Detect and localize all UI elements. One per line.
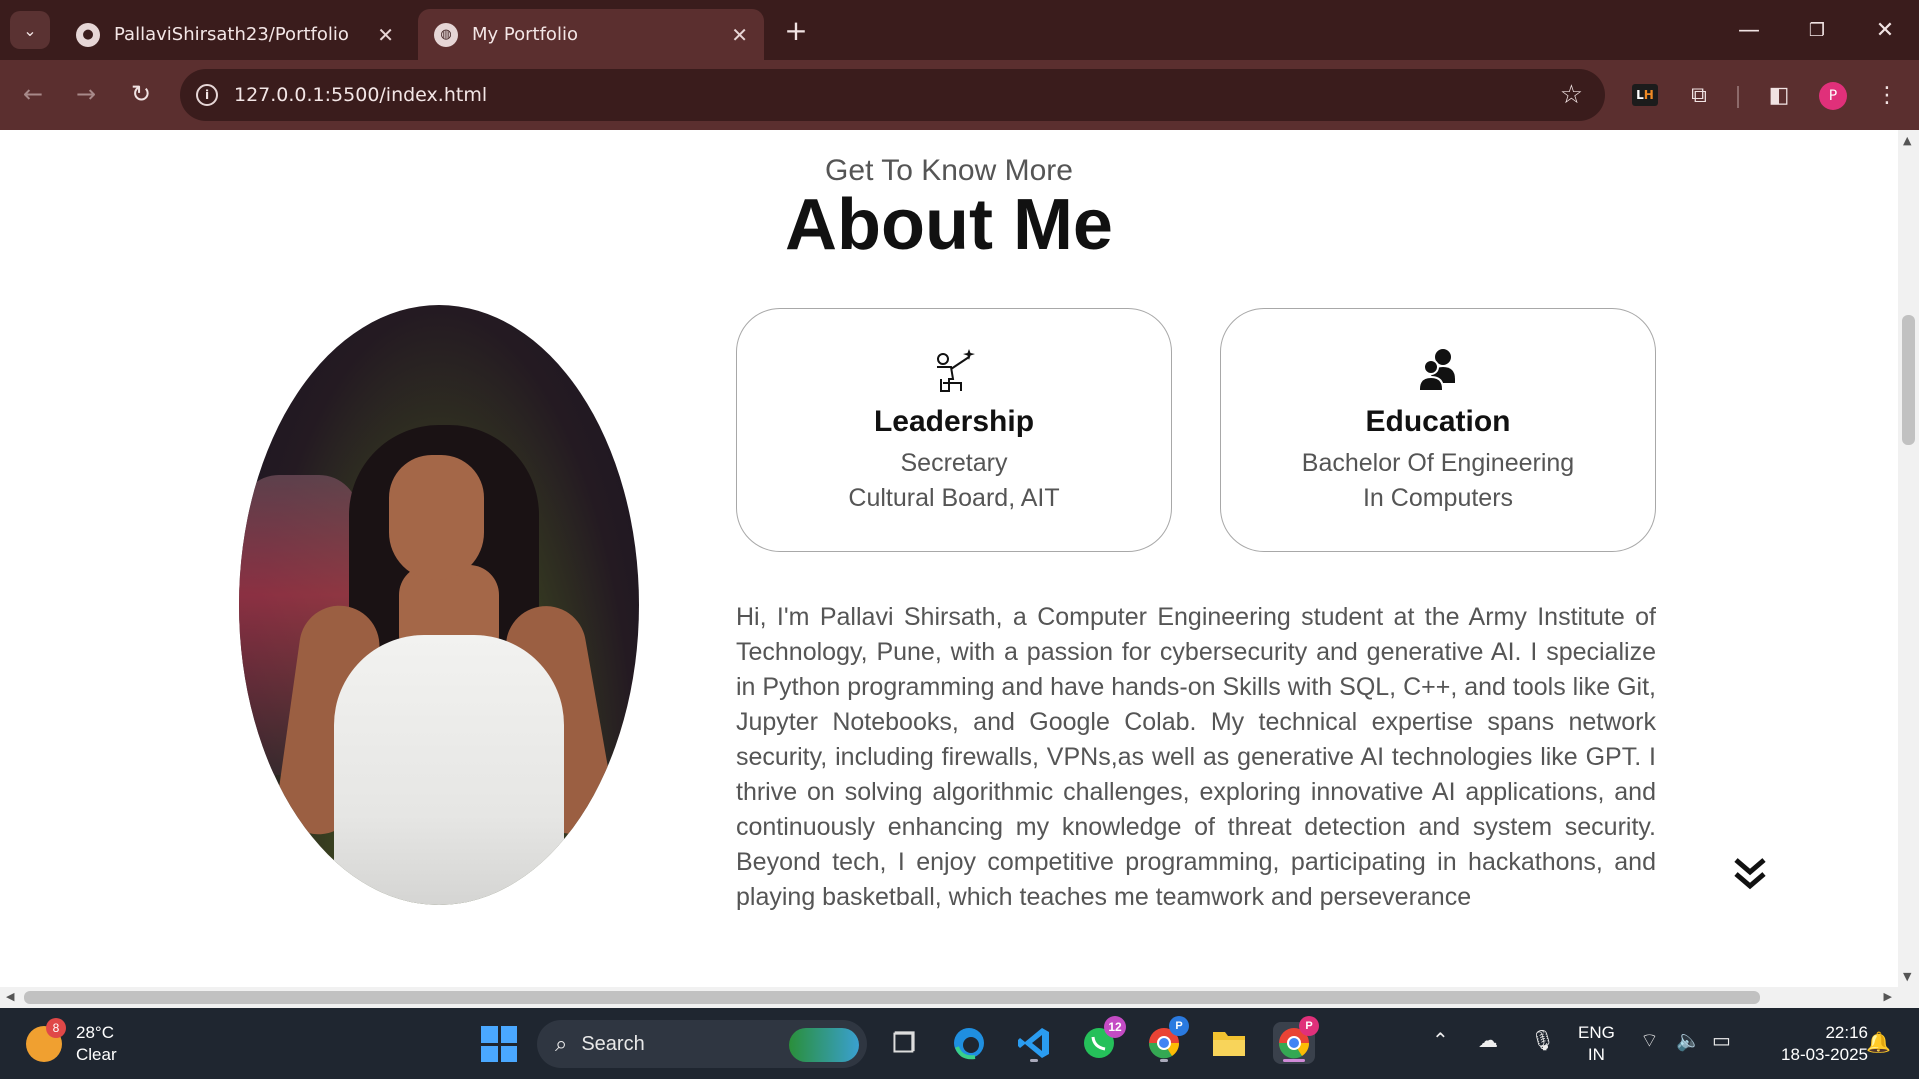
section-title: About Me	[785, 185, 1113, 265]
restore-icon[interactable]: ❐	[1797, 10, 1837, 50]
clock-time: 22:16	[1825, 1023, 1868, 1042]
side-panel-icon[interactable]: ◧	[1760, 76, 1798, 114]
lang-line-2: IN	[1587, 1045, 1605, 1064]
windows-taskbar: 8 28°C Clear ⌕ Search ❐ 12 P P ⌃ ☁ 🎙 ENG…	[0, 1008, 1919, 1079]
close-window-icon[interactable]: ✕	[1865, 10, 1905, 50]
microphone-icon[interactable]: 🎙	[1530, 1028, 1555, 1053]
clock-date: 18-03-2025	[1781, 1045, 1868, 1064]
about-paragraph: Hi, I'm Pallavi Shirsath, a Computer Eng…	[736, 603, 1656, 911]
search-label: Search	[581, 1032, 645, 1055]
vertical-scroll-thumb[interactable]	[1902, 315, 1915, 445]
site-info-icon[interactable]: i	[196, 84, 218, 106]
search-highlight-icon	[789, 1028, 859, 1062]
lh-l: L	[1636, 88, 1644, 102]
whatsapp-count: 12	[1104, 1016, 1126, 1038]
card-title: Leadership	[873, 405, 1035, 438]
language-indicator[interactable]: ENG IN	[1578, 1022, 1615, 1066]
vscode-icon[interactable]	[1013, 1022, 1055, 1064]
tab-close-icon[interactable]: ✕	[731, 23, 748, 47]
weather-widget[interactable]: 8 28°C Clear	[26, 1018, 117, 1066]
minimize-icon[interactable]: —	[1729, 10, 1769, 50]
chrome-active-icon[interactable]: P	[1273, 1016, 1319, 1064]
tab-search-chevron-icon[interactable]: ⌄	[10, 11, 50, 49]
weather-badge: 8	[46, 1018, 66, 1038]
tab-my-portfolio[interactable]: ◍ My Portfolio ✕	[418, 9, 764, 60]
more-menu-icon[interactable]: ⋮	[1868, 76, 1906, 114]
tab-strip: ⌄ ● PallaviShirsath23/Portfolio ✕ ◍ My P…	[0, 0, 1919, 60]
extensions-puzzle-icon[interactable]: ⧉	[1680, 76, 1718, 114]
github-icon: ●	[76, 22, 100, 47]
bookmark-star-icon[interactable]: ☆	[1560, 80, 1583, 110]
weather-condition: Clear	[76, 1045, 117, 1064]
profile-avatar[interactable]: P	[1819, 82, 1847, 110]
moon-icon: 8	[26, 1018, 66, 1062]
file-explorer-icon[interactable]	[1208, 1022, 1250, 1064]
tab-github[interactable]: ● PallaviShirsath23/Portfolio ✕	[60, 9, 410, 60]
lang-line-1: ENG	[1578, 1023, 1615, 1042]
temperature: 28°C	[76, 1023, 114, 1042]
address-bar[interactable]: i 127.0.0.1:5500/index.html ☆	[180, 69, 1605, 121]
card-line-1: Secretary	[900, 449, 1008, 477]
profile-photo	[239, 305, 639, 905]
scroll-left-icon[interactable]: ◀	[6, 990, 14, 1003]
page-viewport: Get To Know More About Me Leadership Sec…	[0, 130, 1898, 987]
leadership-card: Leadership Secretary Cultural Board, AIT	[736, 308, 1172, 552]
system-clock[interactable]: 22:16 18-03-2025	[1762, 1022, 1868, 1066]
taskbar-search[interactable]: ⌕ Search	[537, 1020, 867, 1068]
wifi-icon[interactable]: ⌔	[1640, 1028, 1659, 1053]
forward-arrow-icon[interactable]: →	[66, 74, 106, 114]
card-line-2: Cultural Board, AIT	[848, 484, 1060, 512]
education-icon	[1418, 349, 1455, 392]
globe-icon: ◍	[434, 22, 458, 47]
windows-start-icon[interactable]	[481, 1026, 517, 1062]
tab-title: PallaviShirsath23/Portfolio	[114, 24, 349, 45]
card-title: Education	[1365, 405, 1511, 438]
battery-icon[interactable]: ▭	[1712, 1028, 1731, 1053]
horizontal-scroll-thumb[interactable]	[24, 991, 1760, 1004]
scrollbar-corner	[1898, 987, 1919, 1008]
horizontal-scrollbar[interactable]: ◀ ▶	[0, 987, 1898, 1008]
chrome-icon[interactable]: P	[1143, 1016, 1189, 1064]
leadership-icon	[937, 349, 975, 392]
scroll-down-arrow-icon[interactable]	[1730, 854, 1770, 894]
lh-h: H	[1643, 88, 1654, 102]
chrome-profile-badge: P	[1299, 1016, 1319, 1036]
chrome-profile-blue: P	[1169, 1016, 1189, 1036]
search-icon: ⌕	[555, 1031, 568, 1056]
browser-toolbar: ← → ↻ i 127.0.0.1:5500/index.html ☆ LH ⧉…	[0, 60, 1919, 130]
tab-title: My Portfolio	[472, 24, 578, 45]
scroll-up-icon[interactable]: ▲	[1903, 134, 1911, 147]
card-line-2: In Computers	[1362, 484, 1514, 512]
scroll-right-icon[interactable]: ▶	[1884, 990, 1892, 1003]
section-subtitle: Get To Know More	[825, 154, 1073, 187]
whatsapp-icon[interactable]: 12	[1078, 1016, 1126, 1064]
volume-icon[interactable]: 🔈	[1676, 1028, 1701, 1053]
new-tab-plus-icon[interactable]: +	[780, 13, 812, 47]
notification-icon[interactable]: 🔔	[1866, 1030, 1891, 1055]
extension-lh-icon[interactable]: LH	[1632, 84, 1658, 106]
show-hidden-icons-chevron-icon[interactable]: ⌃	[1432, 1028, 1449, 1053]
url-text: 127.0.0.1:5500/index.html	[234, 84, 488, 106]
edge-icon[interactable]	[948, 1022, 990, 1064]
education-card: Education Bachelor Of Engineering In Com…	[1220, 308, 1656, 552]
card-line-1: Bachelor Of Engineering	[1301, 449, 1575, 477]
toolbar-divider	[1737, 86, 1739, 108]
vertical-scrollbar[interactable]: ▲ ▼	[1898, 130, 1919, 987]
tab-close-icon[interactable]: ✕	[377, 23, 394, 47]
back-arrow-icon[interactable]: ←	[13, 74, 53, 114]
task-view-icon[interactable]: ❐	[883, 1022, 925, 1064]
scroll-down-icon[interactable]: ▼	[1903, 970, 1911, 983]
reload-icon[interactable]: ↻	[121, 74, 161, 114]
onedrive-cloud-icon[interactable]: ☁	[1478, 1028, 1498, 1053]
